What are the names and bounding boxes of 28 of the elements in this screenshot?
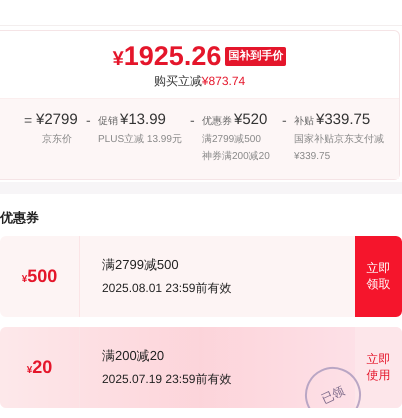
breakdown-label: 优惠券	[202, 114, 232, 129]
operator: -	[86, 111, 92, 130]
coupon-condition: 满2799减500	[102, 256, 180, 274]
coupon-action-button[interactable]: 立即使用	[355, 326, 402, 408]
breakdown-label: 促销	[98, 115, 118, 129]
breakdown-note: PLUS立减 13.99元	[98, 132, 182, 147]
final-price: ¥1925.26	[112, 43, 222, 70]
breakdown-amount: ¥13.99	[120, 110, 166, 130]
coupon-value: ¥20	[26, 358, 52, 376]
breakdown-label: 补贴	[294, 114, 314, 129]
coupon-validity: 2025.08.01 23:59前有效	[102, 280, 232, 297]
breakdown-note: 满2799减500	[202, 132, 262, 147]
breakdown-amount: ¥339.75	[316, 110, 370, 130]
operator: -	[190, 111, 196, 130]
coupon-value: ¥500	[22, 266, 58, 286]
breakdown-note: 京东价	[41, 132, 73, 147]
operator: =	[24, 111, 34, 130]
saving-amount: ¥873.74	[202, 73, 246, 90]
breakdown-note: 神券满200减20	[202, 150, 270, 164]
saving-label: 购买立减	[154, 73, 202, 90]
coupon-condition: 满200减20	[102, 347, 166, 366]
coupon-validity: 2025.07.19 23:59前有效	[102, 370, 232, 388]
breakdown-note: 国家补贴京东支付减¥339.75	[294, 132, 385, 164]
breakdown-amount: ¥2799	[36, 110, 78, 130]
operator: -	[282, 111, 288, 130]
breakdown-amount: ¥520	[234, 110, 268, 130]
price-tag: 国补到手价	[225, 47, 286, 66]
coupon-action-button[interactable]: 立即领取	[355, 236, 402, 316]
